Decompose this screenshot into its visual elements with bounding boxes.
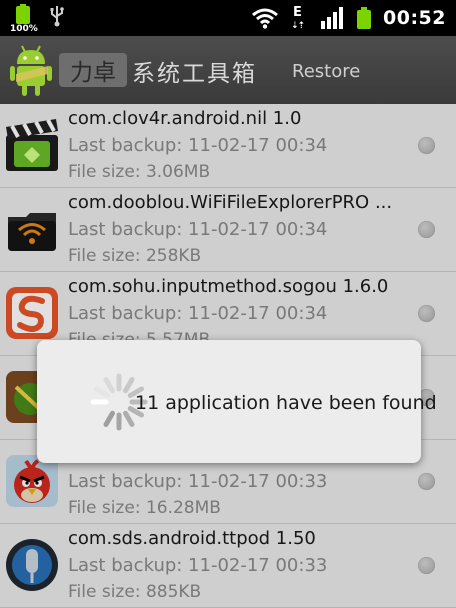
status-bar: 100% E ⇣⇡ 00:52	[0, 0, 456, 36]
wifi-icon	[251, 7, 279, 29]
app-title: 系统工具箱	[132, 61, 257, 87]
dialog-message: 11 application have been found	[135, 392, 437, 414]
progress-dialog: 11 application have been found	[37, 340, 437, 463]
restore-tab[interactable]: Restore	[292, 61, 360, 82]
network-type-label: E	[293, 5, 302, 20]
battery-full-icon: 100%	[10, 4, 38, 34]
battery-icon	[357, 7, 372, 29]
usb-icon	[50, 5, 64, 32]
battery-percent: 100%	[10, 24, 38, 34]
data-arrows-icon: ⇣⇡	[291, 21, 305, 31]
title-bar: 力卓 系统工具箱 Restore	[0, 36, 456, 104]
android-logo-icon	[8, 44, 54, 98]
clock: 00:52	[383, 7, 446, 29]
signal-strength-icon	[321, 7, 345, 29]
network-type-icon: E ⇣⇡	[291, 3, 309, 33]
app-title-prefix: 力卓	[59, 53, 127, 87]
